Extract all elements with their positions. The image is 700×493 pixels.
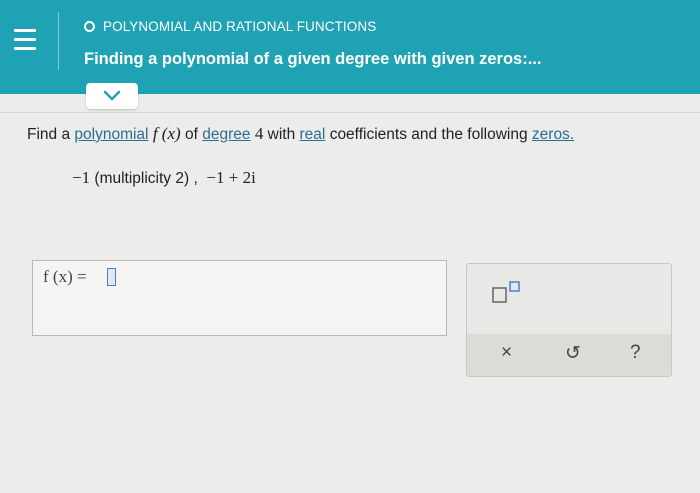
question-find: Find a bbox=[27, 126, 71, 143]
question-of: of bbox=[184, 126, 198, 143]
undo-button[interactable]: ↺ bbox=[565, 342, 581, 365]
degree-value: 4 bbox=[254, 124, 264, 143]
multiplicity-text: (multiplicity 2) , bbox=[94, 170, 198, 187]
real-link[interactable]: real bbox=[300, 126, 326, 143]
help-button[interactable]: ? bbox=[630, 342, 641, 364]
topic-label: POLYNOMIAL AND RATIONAL FUNCTIONS bbox=[103, 19, 377, 34]
question-text: Find a polynomial f (x) of degree 4 with… bbox=[27, 124, 574, 144]
answer-cursor-slot[interactable] bbox=[107, 268, 116, 286]
answer-label: f (x) = bbox=[43, 267, 87, 286]
polynomial-link[interactable]: polynomial bbox=[74, 126, 148, 143]
top-header: POLYNOMIAL AND RATIONAL FUNCTIONS Findin… bbox=[0, 0, 700, 94]
answer-input[interactable]: f (x) = bbox=[32, 260, 447, 336]
degree-link[interactable]: degree bbox=[202, 126, 250, 143]
math-tool-panel: × ↺ ? bbox=[466, 263, 672, 377]
zeros-list: −1 (multiplicity 2) , −1 + 2i bbox=[72, 168, 256, 188]
topic-status-icon bbox=[84, 21, 95, 32]
page-title: Finding a polynomial of a given degree w… bbox=[84, 50, 542, 68]
zeros-link[interactable]: zeros. bbox=[532, 126, 574, 143]
header-divider bbox=[58, 12, 59, 70]
question-coefficients: coefficients and the following bbox=[329, 126, 528, 143]
chevron-down-icon bbox=[103, 90, 121, 101]
clear-button[interactable]: × bbox=[501, 342, 512, 364]
question-with: with bbox=[267, 126, 296, 143]
exponent-template-icon[interactable] bbox=[491, 280, 523, 304]
zero-two: −1 + 2i bbox=[206, 168, 256, 187]
content-divider bbox=[0, 112, 700, 113]
collapse-button[interactable] bbox=[86, 83, 138, 109]
zero-one: −1 bbox=[72, 168, 91, 187]
hamburger-icon[interactable] bbox=[0, 14, 50, 64]
function-notation: f (x) bbox=[152, 124, 181, 143]
topic-row: POLYNOMIAL AND RATIONAL FUNCTIONS bbox=[84, 19, 376, 34]
